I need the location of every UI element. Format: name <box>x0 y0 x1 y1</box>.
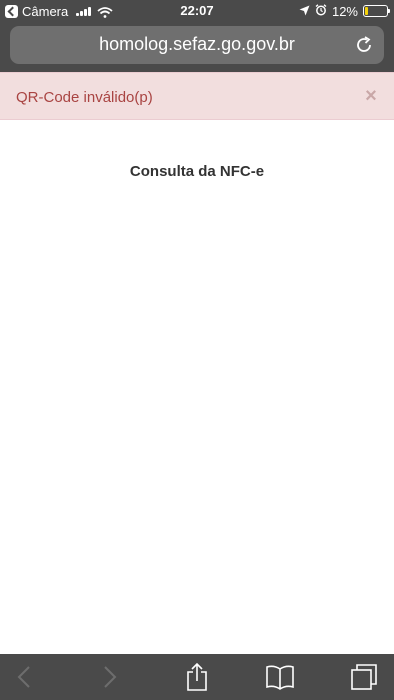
bookmarks-icon[interactable] <box>258 654 302 700</box>
alert-message: QR-Code inválido(p) <box>16 89 153 106</box>
battery-percent: 12% <box>331 3 358 19</box>
battery-icon <box>363 5 390 17</box>
back-icon[interactable] <box>2 654 46 700</box>
alarm-icon <box>315 3 327 19</box>
page-title: Consulta da NFC-e <box>129 163 265 180</box>
error-alert: QR-Code inválido(p) × <box>0 72 394 120</box>
tabs-icon[interactable] <box>342 654 386 700</box>
location-icon <box>299 4 310 19</box>
status-bar: Câmera 22:07 12% <box>0 0 394 22</box>
status-right: 12% <box>299 3 390 19</box>
forward-icon[interactable] <box>88 654 132 700</box>
url-text[interactable]: homolog.sefaz.go.gov.br <box>10 34 384 55</box>
battery-level-fill <box>365 7 368 15</box>
browser-top-chrome: Câmera 22:07 12% homolog.sefaz.go.gov.br <box>0 0 394 72</box>
address-bar[interactable]: homolog.sefaz.go.gov.br <box>10 26 384 64</box>
share-icon[interactable] <box>175 654 219 700</box>
browser-toolbar <box>0 654 394 700</box>
reload-icon[interactable] <box>354 35 374 55</box>
close-icon[interactable]: × <box>362 86 380 106</box>
